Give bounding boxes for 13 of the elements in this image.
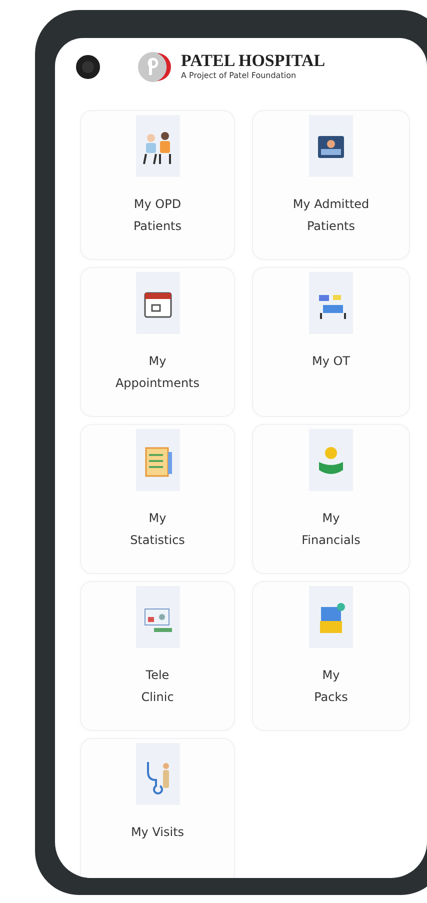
- camera-icon: [76, 55, 100, 79]
- menu-tile[interactable]: Tele Clinic: [80, 581, 235, 731]
- hospital-tagline: A Project of Patel Foundation: [181, 70, 298, 82]
- logo-icon: [137, 50, 171, 84]
- menu-tile[interactable]: My Financials: [252, 424, 410, 574]
- menu-tile[interactable]: My Statistics: [80, 424, 235, 574]
- hospital-name: PATEL HOSPITAL: [181, 52, 326, 70]
- menu-tile[interactable]: My OPD Patients: [80, 110, 235, 260]
- menu-tile[interactable]: My OT: [252, 267, 410, 417]
- menu-tile[interactable]: My Packs: [252, 581, 410, 731]
- menu-tile[interactable]: My Appointments: [80, 267, 235, 417]
- menu-tile[interactable]: My Visits: [80, 738, 235, 878]
- menu-tile[interactable]: My Admitted Patients: [252, 110, 410, 260]
